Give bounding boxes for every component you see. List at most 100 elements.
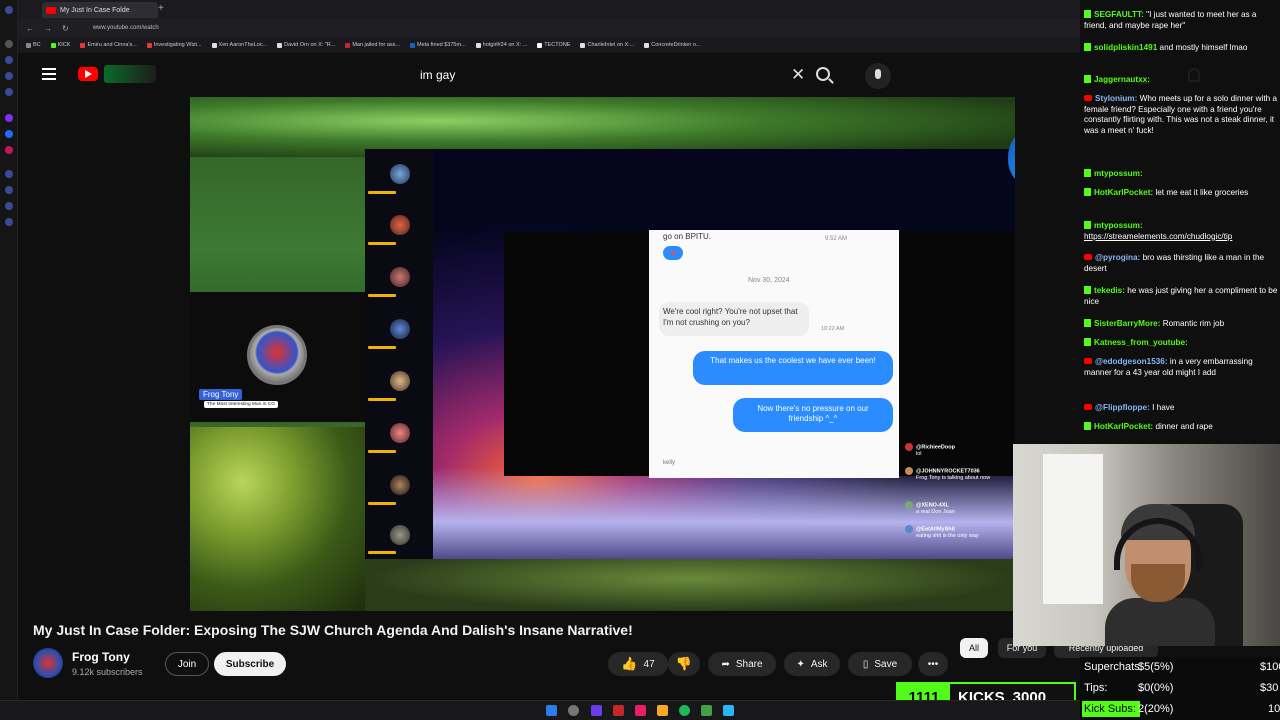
video-chat-message: @RichieeDoop lol (905, 443, 1015, 458)
heart-reaction-icon: ♥ (663, 246, 683, 260)
app-taskbar-icon[interactable] (613, 705, 624, 716)
bookmark[interactable]: Xen AaronTheLoc... (211, 42, 267, 48)
sidebar-app-icon[interactable] (5, 40, 13, 48)
participant-label (368, 242, 396, 245)
youtube-badge-icon (1084, 95, 1092, 101)
sidebar-app-icon[interactable] (5, 186, 13, 194)
subscribe-button[interactable]: Subscribe (214, 652, 286, 676)
bookmark[interactable]: Meta fined $375m... (410, 42, 466, 48)
forward-icon[interactable]: → (44, 24, 52, 33)
bookmark[interactable]: KICK (50, 42, 70, 48)
participant-avatar (390, 371, 410, 391)
browser-taskbar-icon[interactable] (591, 705, 602, 716)
join-button[interactable]: Join (165, 652, 209, 676)
chat-message: @pyrogina: bro was thirsting like a man … (1084, 253, 1265, 273)
kick-badge-icon (1084, 75, 1091, 83)
url-field[interactable]: www.youtube.com/watch (93, 25, 159, 31)
ask-button[interactable]: ✦ Ask (784, 652, 840, 676)
menu-icon[interactable] (42, 68, 56, 80)
participant-avatar (390, 525, 410, 545)
share-button[interactable]: ➦ Share (708, 652, 776, 676)
channel-name[interactable]: Frog Tony (72, 650, 130, 664)
folder-taskbar-icon[interactable] (657, 705, 668, 716)
sidebar-app-icon[interactable] (5, 170, 13, 178)
spotify-taskbar-icon[interactable] (679, 705, 690, 716)
bookmark[interactable]: Man jailed for ass... (345, 42, 400, 48)
bookmark[interactable]: hotgirl#24 on X: ... (475, 42, 527, 48)
app-taskbar-icon[interactable] (635, 705, 646, 716)
bookmark[interactable]: Emiru and Cinna's... (80, 42, 137, 48)
sidebar-app-icon[interactable] (5, 6, 13, 14)
kick-badge-icon (1084, 422, 1091, 430)
youtube-header: im gay ✕ (18, 53, 1080, 97)
search-box[interactable]: im gay ✕ (408, 61, 891, 91)
telegram-taskbar-icon[interactable] (723, 705, 734, 716)
goal-row: Kick Subs: 2(20%) 10 (1084, 703, 1280, 715)
kick-badge-icon (1084, 43, 1091, 51)
sidebar-app-icon[interactable] (5, 146, 13, 154)
dislike-button[interactable]: 👎 (668, 652, 700, 676)
message-text: go on BPITU. (663, 232, 712, 241)
thumbs-up-icon: 👍 (621, 656, 638, 671)
more-actions-button[interactable]: ••• (918, 652, 948, 676)
message-time: 9:52 AM (825, 236, 848, 242)
kick-badge-icon (1084, 188, 1091, 196)
reload-icon[interactable]: ↻ (62, 24, 69, 33)
bookmark[interactable]: BC (26, 42, 41, 48)
sidebar-app-icon[interactable] (5, 114, 13, 122)
chip-all[interactable]: All (960, 638, 988, 658)
microphone-icon[interactable] (865, 63, 891, 89)
sidebar-app-icon[interactable] (5, 130, 13, 138)
bookmark[interactable]: TECTONE (537, 42, 570, 48)
sidebar-app-icon[interactable] (5, 72, 13, 80)
browser-address-bar: ← → ↻ www.youtube.com/watch (18, 19, 1080, 37)
os-taskbar (0, 700, 1080, 720)
bookmark[interactable]: ConcreteDrinker o... (644, 42, 700, 48)
windows-start-icon[interactable] (546, 705, 557, 716)
bookmark[interactable]: CharlieIntel on X:... (580, 42, 634, 48)
streamer-body (1105, 598, 1215, 646)
sidebar-app-icon[interactable] (5, 218, 13, 226)
chat-message: HotKarlPocket: let me eat it like grocer… (1084, 188, 1278, 199)
sidebar-app-icon[interactable] (5, 202, 13, 210)
bookmark[interactable]: Investigating Wizt... (146, 42, 202, 48)
search-taskbar-icon[interactable] (568, 705, 579, 716)
channel-banner-logo (104, 65, 156, 83)
forest-background (190, 97, 1015, 157)
participant-avatar (390, 423, 410, 443)
more-icon: ••• (927, 658, 939, 670)
tab-title: My Just In Case Folde (60, 6, 130, 14)
chat-message: Stylonium: Who meets up for a solo dinne… (1084, 94, 1278, 135)
thumbs-down-icon: 👎 (675, 656, 693, 671)
like-button[interactable]: 👍 47 (608, 652, 668, 676)
back-icon[interactable]: ← (26, 24, 34, 33)
video-chat-message: @JOHNNYROCKET7036 Frog Tony is talking ab… (905, 467, 1015, 482)
xbox-taskbar-icon[interactable] (701, 705, 712, 716)
kick-badge-icon (1084, 169, 1091, 177)
screen: My Just In Case Folde + ← → ↻ www.youtub… (0, 0, 1280, 720)
clear-search-icon[interactable]: ✕ (791, 65, 805, 85)
chat-message: mtypossum: (1084, 169, 1278, 180)
sidebar-app-icon[interactable] (5, 88, 13, 96)
channel-avatar[interactable] (33, 648, 63, 678)
youtube-logo[interactable] (78, 67, 98, 81)
bookmark[interactable]: David Orn on X: "R... (277, 42, 335, 48)
kick-badge-icon (1084, 10, 1091, 18)
new-tab-icon[interactable]: + (158, 3, 164, 14)
participant-label (368, 450, 396, 453)
phone-footer-text: kelly (663, 460, 676, 466)
youtube-badge-icon (1084, 358, 1092, 364)
search-input[interactable]: im gay (420, 68, 455, 82)
youtube-favicon-icon (46, 6, 56, 14)
chat-message: @Flippfloppe: I have (1084, 403, 1278, 414)
outgoing-message-text: Now there's no pressure on our friendshi… (757, 404, 869, 423)
participant-label (368, 398, 396, 401)
youtube-badge-icon (1084, 404, 1092, 410)
save-button[interactable]: ▯ Save (848, 652, 912, 676)
kick-badge-icon (1084, 338, 1091, 346)
sidebar-app-icon[interactable] (5, 56, 13, 64)
search-icon[interactable] (816, 67, 830, 81)
video-player[interactable]: Frog Tony The Most Interesting Man in CG (190, 97, 1015, 611)
browser-tab-active[interactable]: My Just In Case Folde (42, 2, 158, 18)
kick-badge-icon (1084, 221, 1091, 229)
